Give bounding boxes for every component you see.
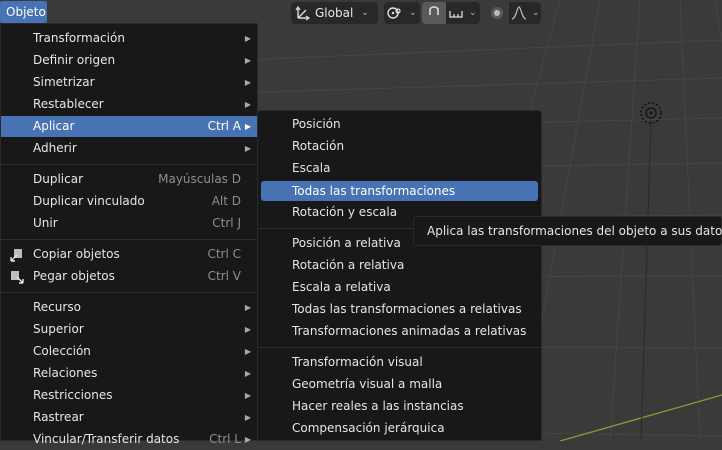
submenu-arrow-icon: ▶ [244, 144, 251, 153]
submenu-arrow-icon: ▶ [244, 122, 251, 131]
menu-item-aplicar[interactable]: Aplicar Ctrl A ▶ [1, 116, 257, 137]
submenu-arrow-icon: ▶ [244, 78, 251, 87]
proportional-editing-group: ⌄ [485, 2, 541, 24]
submenu-item-transformacion-visual[interactable]: Transformación visual [258, 352, 541, 373]
tooltip: Aplica las transformaciones del objeto a… [413, 216, 722, 246]
menu-item-recurso[interactable]: Recurso ▶ [1, 297, 257, 318]
chevron-down-icon[interactable]: ⌄ [532, 8, 540, 18]
proportional-edit-icon[interactable] [485, 2, 509, 24]
transform-orientation-icon [291, 2, 315, 24]
menu-separator [1, 292, 257, 293]
menu-item-restablecer[interactable]: Restablecer ▶ [1, 94, 257, 115]
submenu-item-transformaciones-animadas-relativas[interactable]: Transformaciones animadas a relativas [258, 321, 541, 342]
menu-item-pegar-objetos[interactable]: Pegar objetos Ctrl V [1, 266, 257, 287]
menu-item-restricciones[interactable]: Restricciones ▶ [1, 385, 257, 406]
submenu-arrow-icon: ▶ [244, 56, 251, 65]
snap-increment-icon[interactable] [446, 2, 466, 24]
pivot-point-dropdown[interactable]: ⌄ [384, 2, 420, 24]
menu-item-rastrear[interactable]: Rastrear ▶ [1, 407, 257, 428]
pivot-icon [384, 2, 406, 24]
submenu-item-rotacion-a-relativa[interactable]: Rotación a relativa [258, 255, 541, 276]
menu-separator [258, 347, 541, 348]
submenu-arrow-icon: ▶ [244, 435, 251, 444]
submenu-item-todas-transformaciones-relativas[interactable]: Todas las transformaciones a relativas [258, 299, 541, 320]
menu-item-transformacion[interactable]: Transformación ▶ [1, 28, 257, 49]
copy-icon [10, 248, 24, 262]
menu-separator [1, 239, 257, 240]
submenu-arrow-icon: ▶ [244, 100, 251, 109]
snap-magnet-icon[interactable] [422, 2, 446, 24]
paste-icon [10, 270, 24, 284]
menu-item-adherir[interactable]: Adherir ▶ [1, 138, 257, 159]
chevron-down-icon: ⌄ [409, 8, 417, 18]
submenu-item-escala[interactable]: Escala [258, 158, 541, 179]
transform-orientation-dropdown[interactable]: Global ⌄ [291, 2, 378, 24]
submenu-arrow-icon: ▶ [244, 391, 251, 400]
menu-item-duplicar-vinculado[interactable]: Duplicar vinculado Alt D [1, 191, 257, 212]
chevron-down-icon: ⌄ [361, 8, 369, 18]
submenu-arrow-icon: ▶ [244, 303, 251, 312]
menu-separator [1, 164, 257, 165]
chevron-down-icon[interactable]: ⌄ [469, 8, 477, 18]
menu-item-definir-origen[interactable]: Definir origen ▶ [1, 50, 257, 71]
submenu-arrow-icon: ▶ [244, 325, 251, 334]
menu-item-unir[interactable]: Unir Ctrl J [1, 213, 257, 234]
objeto-menu-button[interactable]: Objeto [0, 1, 47, 23]
submenu-arrow-icon: ▶ [244, 413, 251, 422]
orientation-label: Global [315, 6, 354, 20]
menu-item-superior[interactable]: Superior ▶ [1, 319, 257, 340]
menu-item-relaciones[interactable]: Relaciones ▶ [1, 363, 257, 384]
menu-item-simetrizar[interactable]: Simetrizar ▶ [1, 72, 257, 93]
menu-item-coleccion[interactable]: Colección ▶ [1, 341, 257, 362]
submenu-arrow-icon: ▶ [244, 369, 251, 378]
submenu-item-escala-a-relativa[interactable]: Escala a relativa [258, 277, 541, 298]
menu-item-copiar-objetos[interactable]: Copiar objetos Ctrl C [1, 244, 257, 265]
submenu-item-todas-las-transformaciones[interactable]: Todas las transformaciones [261, 181, 538, 201]
submenu-item-rotacion[interactable]: Rotación [258, 136, 541, 157]
falloff-curve-icon[interactable] [509, 2, 529, 24]
submenu-item-compensacion-jerarquica[interactable]: Compensación jerárquica [258, 418, 541, 439]
submenu-item-hacer-reales-instancias[interactable]: Hacer reales a las instancias [258, 396, 541, 417]
aplicar-submenu: Posición Rotación Escala Todas las trans… [257, 110, 542, 441]
submenu-arrow-icon: ▶ [244, 347, 251, 356]
menu-item-vincular-transferir-datos[interactable]: Vincular/Transferir datos Ctrl L ▶ [1, 429, 257, 450]
submenu-item-posicion[interactable]: Posición [258, 114, 541, 135]
objeto-menu: Transformación ▶ Definir origen ▶ Simetriz… [0, 23, 258, 446]
submenu-item-geometria-visual-a-malla[interactable]: Geometría visual a malla [258, 374, 541, 395]
menu-item-duplicar[interactable]: Duplicar Mayúsculas D [1, 169, 257, 190]
snapping-group: ⌄ [422, 2, 480, 24]
submenu-arrow-icon: ▶ [244, 34, 251, 43]
